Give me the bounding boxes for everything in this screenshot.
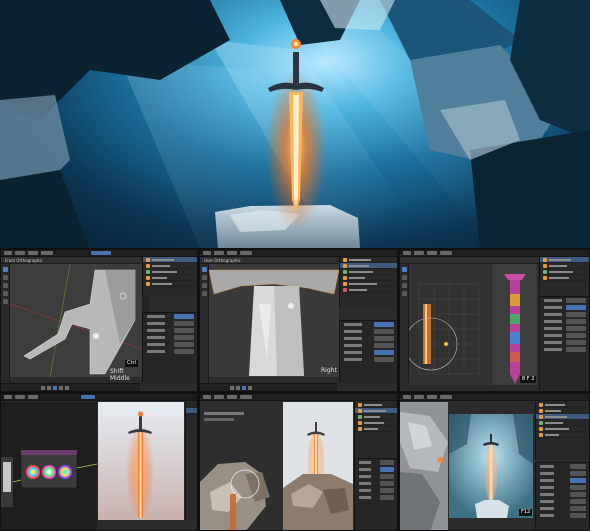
select-tool-icon[interactable] <box>3 267 8 272</box>
properties-panel[interactable] <box>142 312 197 383</box>
blender-menu-bar <box>1 250 197 257</box>
outliner-panel[interactable] <box>354 402 397 457</box>
sculpt-viewport[interactable] <box>200 402 282 530</box>
viewport-header: Front Orthographic <box>1 257 140 264</box>
blender-menu-bar <box>200 394 397 401</box>
final-render-view: F12 <box>449 414 533 518</box>
blender-uv-panel: 8 F 2 <box>399 249 590 392</box>
move-tool-icon[interactable] <box>202 283 207 288</box>
uv-corner-badge: 8 F 2 <box>520 376 537 383</box>
properties-panel[interactable] <box>535 462 589 530</box>
cursor-tool-icon[interactable] <box>202 275 207 280</box>
texture-paint-viewport[interactable]: 8 F 2 <box>492 264 537 385</box>
rotate-tool-icon[interactable] <box>3 291 8 296</box>
blender-shader-panel <box>0 393 198 531</box>
outliner-row[interactable] <box>355 426 397 432</box>
viewport-mode-label: Front Orthographic <box>5 258 43 263</box>
blender-menu-bar <box>200 250 397 257</box>
rotate-tool-icon[interactable] <box>202 291 207 296</box>
outliner-row[interactable] <box>143 281 197 287</box>
tool-shelf[interactable] <box>200 264 209 383</box>
render-key-badge: F12 <box>519 509 533 516</box>
outliner-row[interactable] <box>536 432 589 438</box>
outliner-panel[interactable] <box>535 402 589 460</box>
key-badge: Ctrl <box>125 360 138 367</box>
viewport-mode-label: User Orthographic <box>204 258 241 263</box>
properties-panel[interactable] <box>339 320 397 383</box>
uv-tool-shelf[interactable] <box>400 264 409 383</box>
keystroke-overlay: Shift Middle <box>110 368 130 382</box>
scale-tool-icon[interactable] <box>3 299 8 304</box>
blender-render-panel: F12 <box>399 393 590 531</box>
shader-node-editor[interactable] <box>1 402 98 530</box>
blender-ortho-panel: User Orthographic Right <box>199 249 398 392</box>
viewport-header: User Orthographic <box>200 257 337 264</box>
outliner-panel[interactable] <box>339 257 397 307</box>
select-tool-icon[interactable] <box>202 267 207 272</box>
hero-render-image <box>0 0 590 248</box>
view-orientation-label: Right <box>321 367 337 374</box>
outliner-panel[interactable] <box>539 257 589 295</box>
blender-menu-bar <box>400 250 589 257</box>
3d-viewport[interactable]: Shift Middle Ctrl <box>9 263 143 382</box>
sword-render-scene <box>0 0 590 248</box>
rock-render-preview <box>283 402 353 530</box>
blender-modeling-panel: Front Orthographic Shift Middle Ctrl <box>0 249 198 392</box>
color-wheel-icon <box>26 465 72 479</box>
outliner-row[interactable] <box>340 287 397 293</box>
move-tool-icon[interactable] <box>3 283 8 288</box>
outliner-row[interactable] <box>540 275 589 281</box>
3d-cursor-icon <box>288 303 294 309</box>
render-preview <box>98 402 184 520</box>
cursor-tool-icon[interactable] <box>402 275 407 280</box>
3d-viewport[interactable]: Right <box>208 264 340 377</box>
properties-panel[interactable] <box>354 458 397 530</box>
select-tool-icon[interactable] <box>402 267 407 272</box>
tool-shelf[interactable] <box>1 264 10 383</box>
cursor-tool-icon[interactable] <box>3 275 8 280</box>
rotate-tool-icon[interactable] <box>402 291 407 296</box>
properties-panel[interactable] <box>539 296 589 391</box>
rock-texture-viewport[interactable] <box>400 402 448 530</box>
blender-menu-bar <box>400 394 589 401</box>
timeline-bar[interactable] <box>200 383 337 391</box>
outliner-panel[interactable] <box>142 257 197 297</box>
blender-menu-bar <box>1 394 197 401</box>
outliner-strip[interactable] <box>185 402 197 520</box>
uv-editor-canvas[interactable] <box>404 264 491 385</box>
move-tool-icon[interactable] <box>402 283 407 288</box>
timeline-bar[interactable] <box>1 383 140 391</box>
blender-rock-panel <box>199 393 398 531</box>
